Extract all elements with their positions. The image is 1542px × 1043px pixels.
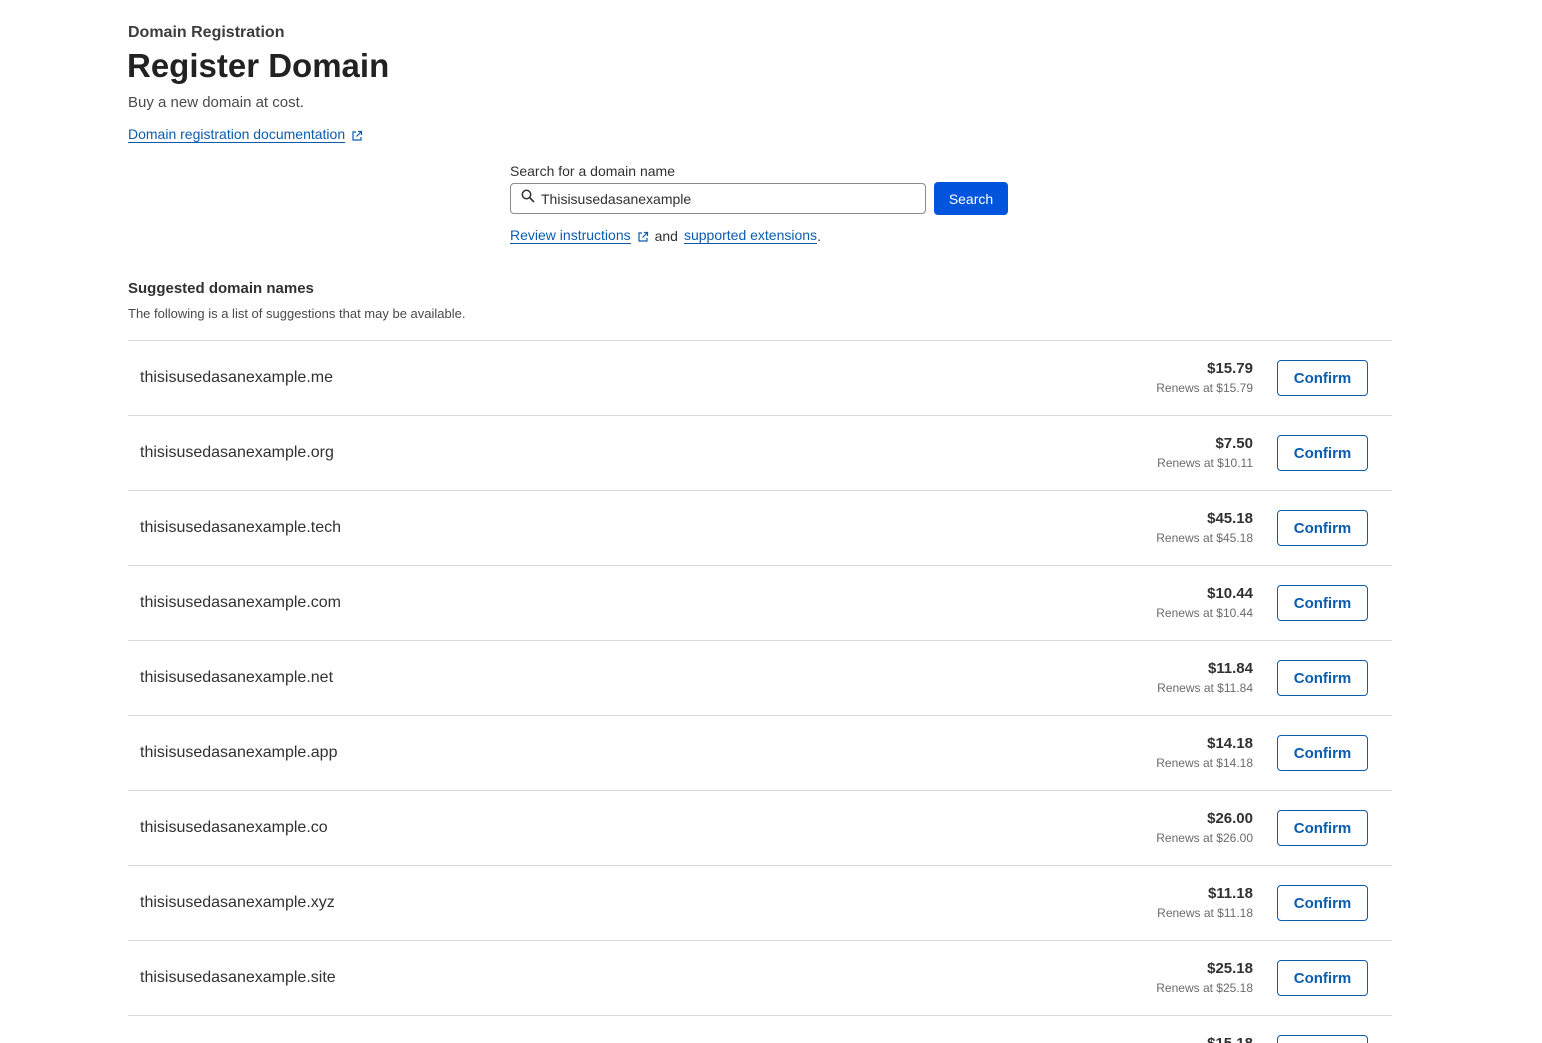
price-block: $7.50 Renews at $10.11 (1157, 435, 1253, 470)
suggestion-row: thisisusedasanexample.co $26.00 Renews a… (128, 791, 1392, 866)
domain-name: thisisusedasanexample.co (140, 819, 328, 836)
and-text: and (654, 227, 678, 244)
renew-price: Renews at $11.84 (1157, 681, 1253, 695)
suggestion-row: thisisusedasanexample.xyz $11.18 Renews … (128, 866, 1392, 941)
page-title: Register Domain (127, 47, 390, 84)
suggestion-row: $15.18 Confirm (128, 1016, 1392, 1043)
search-label: Search for a domain name (510, 163, 675, 179)
page-subtitle: Buy a new domain at cost. (128, 94, 304, 111)
domain-name: thisisusedasanexample.site (140, 969, 336, 986)
price-block: $25.18 Renews at $25.18 (1156, 960, 1253, 995)
suggestion-row: thisisusedasanexample.me $15.79 Renews a… (128, 341, 1392, 416)
suggestion-row: thisisusedasanexample.net $11.84 Renews … (128, 641, 1392, 716)
domain-name: thisisusedasanexample.me (140, 369, 333, 386)
price: $10.44 (1207, 585, 1253, 602)
search-help: Review instructions and supported extens… (510, 227, 1008, 244)
search-icon (521, 189, 535, 208)
suggestions-subtitle: The following is a list of suggestions t… (128, 306, 466, 321)
breadcrumb: Domain Registration (128, 24, 285, 41)
renew-price: Renews at $11.18 (1157, 906, 1253, 920)
confirm-button[interactable]: Confirm (1277, 360, 1368, 396)
suggestion-row: thisisusedasanexample.org $7.50 Renews a… (128, 416, 1392, 491)
supported-extensions-link[interactable]: supported extensions (683, 227, 818, 244)
documentation-link-label: Domain registration documentation (128, 126, 346, 143)
suggestion-row: thisisusedasanexample.com $10.44 Renews … (128, 566, 1392, 641)
price-block: $15.79 Renews at $15.79 (1156, 360, 1253, 395)
renew-price: Renews at $45.18 (1156, 531, 1253, 545)
documentation-link[interactable]: Domain registration documentation (128, 126, 363, 143)
price: $25.18 (1207, 960, 1253, 977)
confirm-button[interactable]: Confirm (1277, 810, 1368, 846)
confirm-button[interactable]: Confirm (1277, 735, 1368, 771)
search-button[interactable]: Search (934, 182, 1008, 215)
price: $15.18 (1207, 1035, 1253, 1043)
renew-price: Renews at $15.79 (1156, 381, 1253, 395)
price-block: $14.18 Renews at $14.18 (1156, 735, 1253, 770)
renew-price: Renews at $14.18 (1156, 756, 1253, 770)
price: $11.18 (1207, 885, 1253, 902)
period-text: . (817, 227, 821, 244)
renew-price: Renews at $10.44 (1156, 606, 1253, 620)
domain-name: thisisusedasanexample.tech (140, 519, 342, 536)
suggestion-row: thisisusedasanexample.app $14.18 Renews … (128, 716, 1392, 791)
price-block: $11.84 Renews at $11.84 (1157, 660, 1253, 695)
price-block: $26.00 Renews at $26.00 (1156, 810, 1253, 845)
price-block: $10.44 Renews at $10.44 (1156, 585, 1253, 620)
price-block: $15.18 (1207, 1035, 1253, 1043)
confirm-button[interactable]: Confirm (1277, 510, 1368, 546)
confirm-button[interactable]: Confirm (1277, 1035, 1368, 1043)
price: $45.18 (1207, 510, 1253, 527)
price: $15.79 (1207, 360, 1253, 377)
renew-price: Renews at $26.00 (1156, 831, 1253, 845)
domain-name: thisisusedasanexample.org (140, 444, 334, 461)
search-row: Search (510, 182, 1008, 215)
external-link-icon (351, 129, 363, 141)
domain-name: thisisusedasanexample.app (140, 744, 338, 761)
suggestion-row: thisisusedasanexample.site $25.18 Renews… (128, 941, 1392, 1016)
suggestions-title: Suggested domain names (128, 280, 314, 297)
price-block: $11.18 Renews at $11.18 (1157, 885, 1253, 920)
price-block: $45.18 Renews at $45.18 (1156, 510, 1253, 545)
domain-name: thisisusedasanexample.net (140, 669, 334, 686)
domain-name: thisisusedasanexample.com (140, 594, 341, 611)
external-link-icon (637, 230, 649, 242)
suggestion-list: thisisusedasanexample.me $15.79 Renews a… (128, 340, 1392, 1043)
price: $11.84 (1207, 660, 1253, 677)
price: $26.00 (1207, 810, 1253, 827)
price: $14.18 (1207, 735, 1253, 752)
confirm-button[interactable]: Confirm (1277, 960, 1368, 996)
search-field[interactable] (510, 183, 926, 214)
renew-price: Renews at $10.11 (1157, 456, 1253, 470)
renew-price: Renews at $25.18 (1156, 981, 1253, 995)
confirm-button[interactable]: Confirm (1277, 435, 1368, 471)
review-instructions-link[interactable]: Review instructions (510, 227, 631, 244)
search-input[interactable] (541, 190, 911, 207)
domain-name: thisisusedasanexample.xyz (140, 894, 335, 911)
confirm-button[interactable]: Confirm (1277, 585, 1368, 621)
domain-search: Search for a domain name Search Review i… (510, 163, 1008, 244)
confirm-button[interactable]: Confirm (1277, 885, 1368, 921)
register-domain-page: Domain Registration Register Domain Buy … (0, 0, 1542, 1043)
confirm-button[interactable]: Confirm (1277, 660, 1368, 696)
price: $7.50 (1215, 435, 1253, 452)
suggestion-row: thisisusedasanexample.tech $45.18 Renews… (128, 491, 1392, 566)
